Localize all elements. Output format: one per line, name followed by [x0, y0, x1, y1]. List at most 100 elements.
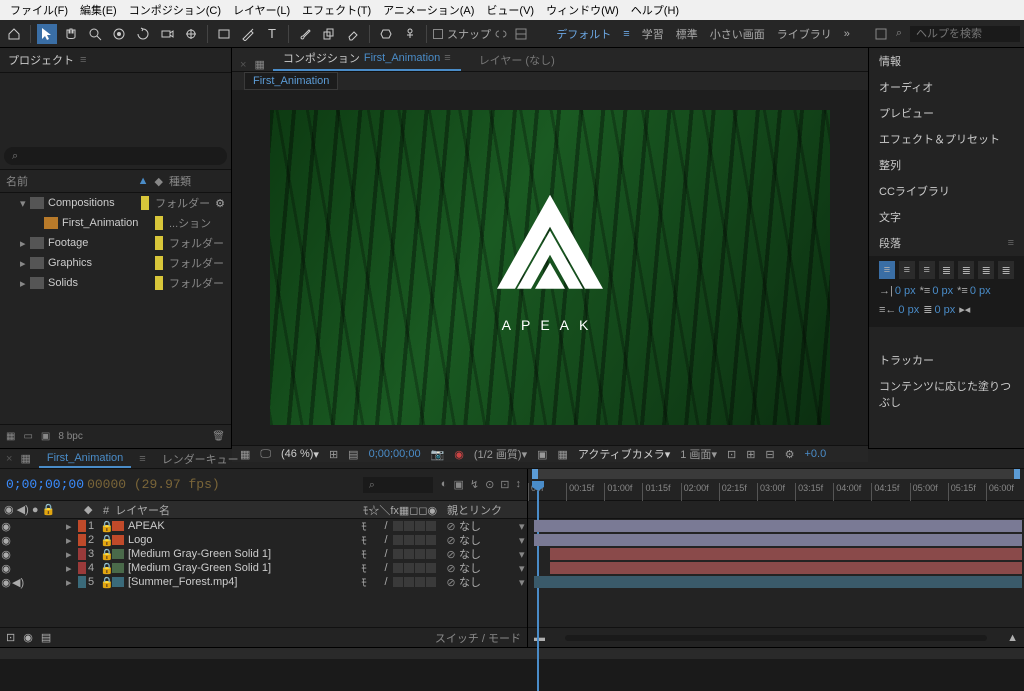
puppet-tool-icon[interactable]	[400, 24, 420, 44]
hand-tool-icon[interactable]	[61, 24, 81, 44]
justify-all-icon[interactable]: ≣	[998, 261, 1014, 279]
roto-tool-icon[interactable]	[376, 24, 396, 44]
zoom-out-icon[interactable]: ▬	[534, 632, 545, 644]
text-tool-icon[interactable]: T	[262, 24, 282, 44]
align-right-icon[interactable]: ≡	[919, 261, 935, 279]
panel-audio[interactable]: オーディオ	[869, 74, 1024, 100]
timeline-search-input[interactable]	[363, 477, 433, 493]
panel-align[interactable]: 整列	[869, 152, 1024, 178]
layer-row[interactable]: ◉▸3🔒[Medium Gray-Green Solid 1]ﾓ/⊘なし▾	[0, 547, 527, 561]
tl-toggle-1[interactable]: ⊡	[6, 631, 15, 644]
indent-first[interactable]: *≡ 0 px	[920, 285, 954, 297]
panel-paragraph[interactable]: 段落≡	[869, 230, 1024, 256]
pan-behind-tool-icon[interactable]	[181, 24, 201, 44]
comp-subtab[interactable]: First_Animation	[244, 72, 338, 90]
timeline-track[interactable]	[528, 519, 1024, 533]
project-item[interactable]: ▸Graphicsフォルダー	[0, 253, 231, 273]
folder-icon[interactable]: ▭	[23, 431, 32, 442]
menu-composition[interactable]: コンポジション(C)	[123, 2, 227, 18]
rectangle-tool-icon[interactable]	[214, 24, 234, 44]
layer-row[interactable]: ◉◀)▸5🔒[Summer_Forest.mp4]ﾓ/⊘なし▾	[0, 575, 527, 589]
rotate-tool-icon[interactable]	[133, 24, 153, 44]
current-time-display[interactable]: 0;00;00;00 00000 (29.97 fps)	[6, 477, 220, 492]
composition-tab[interactable]: コンポジションFirst_Animation≡	[273, 47, 461, 71]
timeline-track[interactable]	[528, 547, 1024, 561]
tl-toggle-3[interactable]: ▤	[41, 631, 51, 644]
direction-icon[interactable]: ▸◂	[959, 303, 970, 316]
workspace-standard[interactable]: 標準	[676, 26, 698, 42]
panel-tracker[interactable]: トラッカー	[869, 347, 1024, 373]
align-center-icon[interactable]: ≡	[899, 261, 915, 279]
timeline-track[interactable]	[528, 533, 1024, 547]
menu-window[interactable]: ウィンドウ(W)	[540, 2, 625, 18]
bpc-toggle[interactable]: 8 bpc	[58, 431, 82, 442]
workspace-learn[interactable]: 学習	[642, 26, 664, 42]
menu-effect[interactable]: エフェクト(T)	[296, 2, 377, 18]
menu-animation[interactable]: アニメーション(A)	[377, 2, 480, 18]
workspace-more-icon[interactable]: »	[844, 28, 850, 40]
tl-toggle-2[interactable]: ◉	[23, 631, 33, 644]
timeline-zoom-slider[interactable]	[565, 635, 987, 641]
panel-info[interactable]: 情報	[869, 48, 1024, 74]
orbit-tool-icon[interactable]	[109, 24, 129, 44]
zoom-tool-icon[interactable]	[85, 24, 105, 44]
camera-tool-icon[interactable]	[157, 24, 177, 44]
justify-center-icon[interactable]: ≣	[958, 261, 974, 279]
workspace-default[interactable]: デフォルト	[556, 26, 611, 42]
snap-options-icon[interactable]	[511, 24, 531, 44]
workspace-small[interactable]: 小さい画面	[710, 26, 765, 42]
playhead[interactable]	[532, 481, 544, 501]
new-comp-icon[interactable]: ▣	[41, 431, 50, 442]
help-search-input[interactable]	[910, 26, 1020, 42]
tl-icon-4[interactable]: ⊙	[485, 478, 494, 491]
tl-icon-6[interactable]: ↕	[516, 478, 522, 491]
indent-right[interactable]: ≡← 0 px	[879, 303, 919, 316]
menu-layer[interactable]: レイヤー(L)	[227, 2, 296, 18]
justify-left-icon[interactable]: ≣	[939, 261, 955, 279]
align-left-icon[interactable]: ≡	[879, 261, 895, 279]
timeline-track[interactable]	[528, 575, 1024, 589]
project-item[interactable]: ▸Footageフォルダー	[0, 233, 231, 253]
menu-help[interactable]: ヘルプ(H)	[625, 2, 685, 18]
menu-view[interactable]: ビュー(V)	[480, 2, 540, 18]
project-item[interactable]: ▸Solidsフォルダー	[0, 273, 231, 293]
panel-effects[interactable]: エフェクト＆プリセット	[869, 126, 1024, 152]
layer-tab[interactable]: レイヤー (なし)	[469, 49, 565, 71]
tl-icon-5[interactable]: ⊡	[500, 478, 509, 491]
project-item[interactable]: First_Animation...ション	[0, 213, 231, 233]
tl-icon-3[interactable]: ↯	[470, 478, 479, 491]
panel-preview[interactable]: プレビュー	[869, 100, 1024, 126]
switch-mode-toggle[interactable]: スイッチ / モード	[435, 630, 521, 646]
composition-viewer[interactable]: APEAK	[232, 90, 868, 445]
workspace-library[interactable]: ライブラリ	[777, 26, 832, 42]
bin-icon[interactable]: ▦	[6, 431, 15, 442]
indent-left[interactable]: →| 0 px	[879, 285, 916, 297]
home-icon[interactable]	[4, 24, 24, 44]
justify-right-icon[interactable]: ≣	[978, 261, 994, 279]
layer-row[interactable]: ◉▸1🔒APEAKﾓ/⊘なし▾	[0, 519, 527, 533]
panel-character[interactable]: 文字	[869, 204, 1024, 230]
tl-icon-2[interactable]: ▣	[453, 478, 463, 491]
trash-icon[interactable]: 🗑	[212, 431, 225, 442]
zoom-in-icon[interactable]: ▲	[1007, 632, 1018, 644]
brush-tool-icon[interactable]	[295, 24, 315, 44]
panel-cclib[interactable]: CCライブラリ	[869, 178, 1024, 204]
panel-content-aware[interactable]: コンテンツに応じた塗りつぶし	[869, 373, 1024, 415]
space-after[interactable]: ≣ 0 px	[923, 303, 955, 316]
menu-file[interactable]: ファイル(F)	[4, 2, 74, 18]
pen-tool-icon[interactable]	[238, 24, 258, 44]
layer-row[interactable]: ◉▸4🔒[Medium Gray-Green Solid 1]ﾓ/⊘なし▾	[0, 561, 527, 575]
menu-edit[interactable]: 編集(E)	[74, 2, 123, 18]
selection-tool-icon[interactable]	[37, 24, 57, 44]
timeline-tab-render[interactable]: レンダーキュー	[154, 449, 247, 469]
comp-dropdown-icon[interactable]: ▦	[254, 58, 264, 71]
space-before[interactable]: *≡ 0 px	[957, 285, 991, 297]
time-ruler[interactable]: 00f00:15f01:00f01:15f02:00f02:15f03:00f0…	[528, 469, 1024, 501]
project-search-input[interactable]	[4, 147, 227, 165]
timeline-tab-comp[interactable]: First_Animation	[39, 450, 131, 468]
panel-menu-icon[interactable]	[874, 27, 888, 41]
timeline-track[interactable]	[528, 561, 1024, 575]
snap-toggle[interactable]: スナップ	[433, 24, 507, 44]
project-item[interactable]: ▾Compositionsフォルダー⚙	[0, 193, 231, 213]
timeline-panel-icon[interactable]: ▦	[20, 452, 30, 465]
